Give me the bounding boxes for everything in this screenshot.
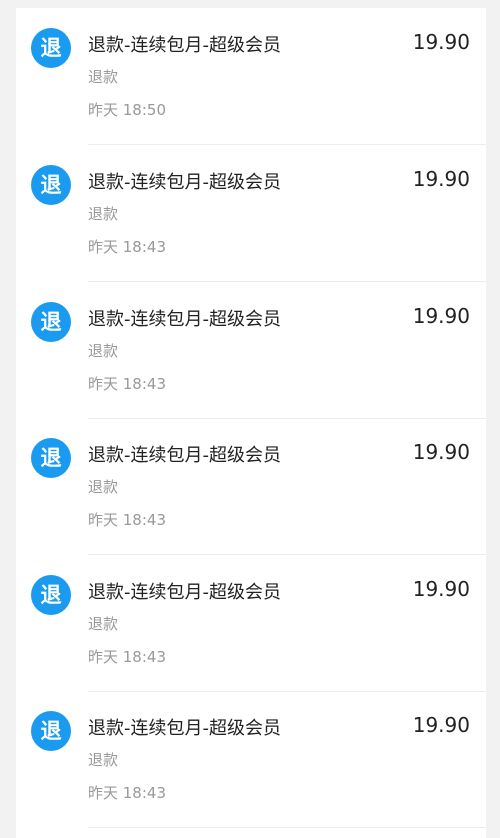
refund-icon: 退	[31, 711, 71, 751]
transaction-title: 退款-连续包月-超级会员	[88, 718, 281, 739]
transaction-item[interactable]: 退 退款-连续包月-超级会员 退款 昨天 18:43 19.90	[16, 555, 486, 692]
transaction-type: 退款	[88, 478, 119, 496]
refund-icon: 退	[31, 302, 71, 342]
transaction-list: 退 退款-连续包月-超级会员 退款 昨天 18:50 19.90 退 退款-连续…	[16, 8, 486, 838]
transaction-amount: 19.90	[412, 577, 470, 601]
transaction-time: 昨天 18:43	[88, 511, 166, 529]
transaction-item[interactable]: 退 退款-连续包月-超级会员 退款 昨天 18:50 19.90	[16, 8, 486, 145]
transaction-time: 昨天 18:50	[88, 101, 166, 119]
transaction-amount: 19.90	[412, 30, 470, 54]
transaction-type: 退款	[88, 615, 119, 633]
transaction-item[interactable]: 退 退款-连续包月-超级会员 退款 昨天 18:43 19.90	[16, 418, 486, 555]
refund-icon: 退	[31, 438, 71, 478]
transaction-type: 退款	[88, 751, 119, 769]
transaction-title: 退款-连续包月-超级会员	[88, 35, 281, 56]
transaction-amount: 19.90	[412, 713, 470, 737]
transaction-time: 昨天 18:43	[88, 238, 166, 256]
transaction-title: 退款-连续包月-超级会员	[88, 582, 281, 603]
transaction-item[interactable]: 退 退款-连续包月-超级会员 退款 昨天 18:43 19.90	[16, 282, 486, 419]
refund-icon: 退	[31, 575, 71, 615]
transaction-type: 退款	[88, 205, 119, 223]
transaction-title: 退款-连续包月-超级会员	[88, 445, 281, 466]
refund-icon: 退	[31, 165, 71, 205]
transaction-item[interactable]: 退 退款-连续包月-超级会员 退款 昨天 18:43 19.90	[16, 145, 486, 282]
transaction-amount: 19.90	[412, 304, 470, 328]
transaction-item[interactable]: 退 退款-连续包月-超级会员 退款 昨天 18:43 19.90	[16, 691, 486, 828]
refund-icon: 退	[31, 28, 71, 68]
transaction-type: 退款	[88, 68, 119, 86]
transaction-time: 昨天 18:43	[88, 784, 166, 802]
transaction-title: 退款-连续包月-超级会员	[88, 172, 281, 193]
transaction-time: 昨天 18:43	[88, 375, 166, 393]
transaction-amount: 19.90	[412, 167, 470, 191]
transaction-amount: 19.90	[412, 440, 470, 464]
transaction-time: 昨天 18:43	[88, 648, 166, 666]
transaction-type: 退款	[88, 342, 119, 360]
transaction-title: 退款-连续包月-超级会员	[88, 309, 281, 330]
